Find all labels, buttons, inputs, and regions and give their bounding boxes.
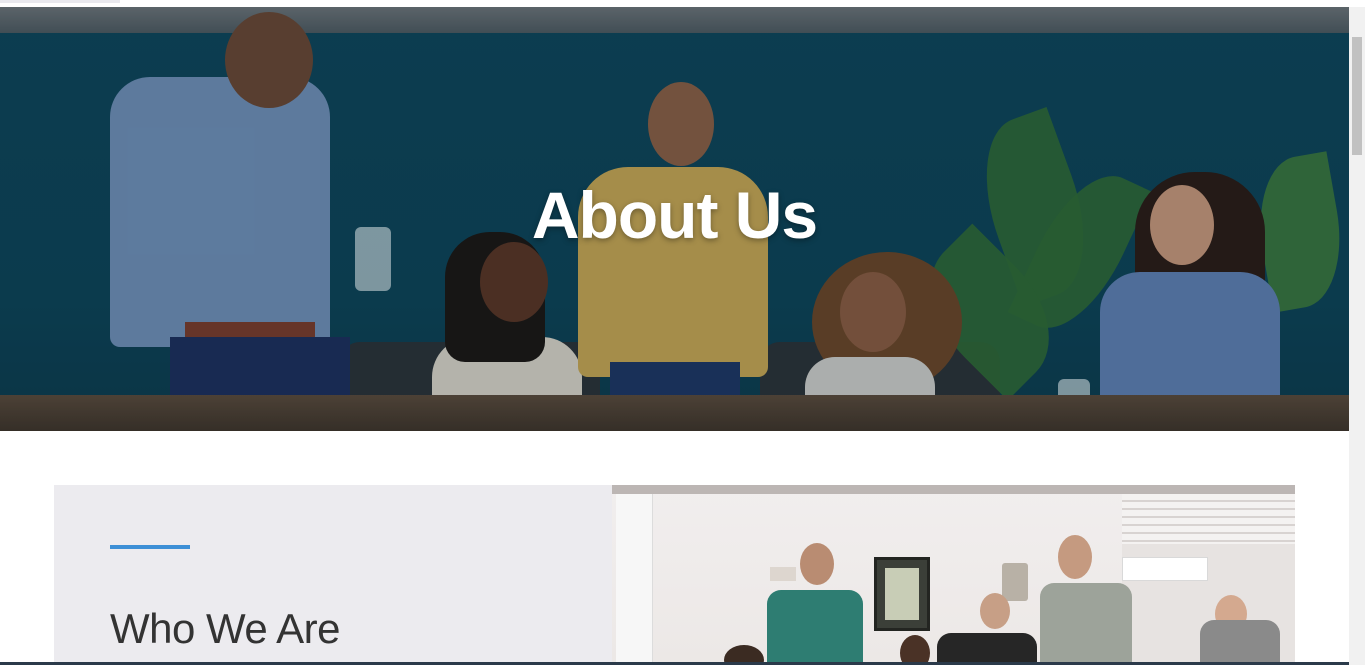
page-scrollbar[interactable] xyxy=(1349,7,1365,665)
photo-curtain xyxy=(616,494,653,665)
who-we-are-panel: Who We Are xyxy=(54,485,612,665)
photo-wall-lamp xyxy=(1002,563,1028,601)
photo-window-slats xyxy=(1122,494,1295,544)
photo-sconce xyxy=(770,567,796,581)
tab-edge xyxy=(0,0,120,3)
team-photo xyxy=(612,485,1295,665)
photo-ceiling-beam xyxy=(612,485,1295,494)
hero-banner: About Us xyxy=(0,7,1349,431)
photo-wall-frame xyxy=(874,557,930,631)
section-heading: Who We Are xyxy=(110,605,340,652)
accent-line xyxy=(110,545,190,549)
photo-air-conditioner xyxy=(1122,557,1208,581)
scrollbar-thumb[interactable] xyxy=(1352,37,1362,155)
page-title: About Us xyxy=(531,178,818,253)
